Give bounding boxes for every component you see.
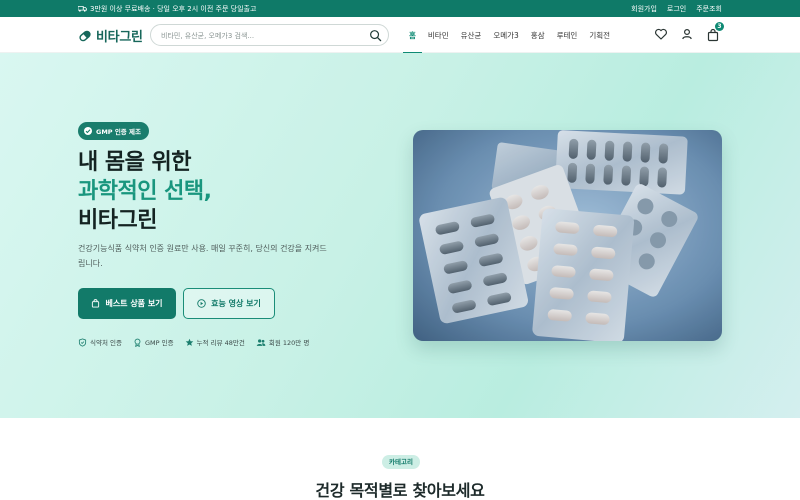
check-circle-icon [84, 127, 92, 135]
badge-text: GMP 인증 제조 [96, 128, 142, 136]
heart-icon[interactable] [654, 27, 668, 41]
bag-icon [92, 299, 100, 308]
top-promo-bar: 3만원 이상 무료배송 · 당일 오후 2시 이전 주문 당일출고 회원가입 로… [0, 0, 800, 17]
category-chip: 카테고리 [382, 455, 420, 469]
nav-item[interactable]: 홍삼 [525, 17, 551, 53]
headline-line-3: 비타그린 [78, 208, 157, 233]
video-button[interactable]: 효능 영상 보기 [183, 288, 275, 319]
cart-button[interactable]: 3 [706, 22, 724, 42]
best-products-label: 베스트 상품 보기 [105, 299, 163, 308]
search-bar [150, 24, 389, 46]
nav-item[interactable]: 기획전 [583, 17, 616, 53]
shield-icon [78, 337, 87, 347]
signup-link[interactable]: 회원가입 [631, 4, 657, 14]
top-links: 회원가입 로그인 주문조회 [631, 4, 722, 14]
truck-icon [78, 6, 87, 12]
trust-item: 식약처 인증 [78, 337, 122, 347]
users-icon [256, 338, 266, 346]
capsule-logo-icon [79, 30, 91, 41]
trust-label: 누적 리뷰 48만건 [196, 339, 245, 347]
trust-label: 식약처 인증 [90, 339, 122, 347]
nav-item[interactable]: 유산균 [455, 17, 488, 53]
promo-message: 3만원 이상 무료배송 · 당일 오후 2시 이전 주문 당일출고 [78, 4, 256, 14]
main-nav: 홈 비타민 유산균 오메가3 홍삼 루테인 기획전 [403, 17, 616, 54]
hero-description: 건강기능식품 식약처 인증 원료만 사용. 매일 꾸준히, 당신의 건강을 지켜… [78, 244, 327, 268]
nav-item[interactable]: 루테인 [551, 17, 584, 53]
headline-line-1: 내 몸을 위한 [78, 150, 192, 175]
cart-count-badge: 3 [715, 22, 724, 31]
login-link[interactable]: 로그인 [667, 4, 686, 14]
trust-indicators: 식약처 인증 GMP 인증 누적 리뷰 48만건 회원 120만 명 [78, 337, 309, 347]
trust-item: 누적 리뷰 48만건 [185, 337, 245, 347]
promo-text: 3만원 이상 무료배송 · 당일 오후 2시 이전 주문 당일출고 [90, 5, 257, 13]
search-input[interactable] [161, 29, 361, 42]
hero-pill-image [413, 130, 722, 341]
award-icon [134, 338, 141, 347]
category-section-title: 건강 목적별로 찾아보세요 [315, 481, 485, 500]
gmp-badge: GMP 인증 제조 [78, 122, 150, 140]
user-icon[interactable] [680, 27, 694, 41]
header-actions: 3 [654, 22, 724, 42]
nav-item[interactable]: 홈 [403, 17, 422, 54]
nav-item[interactable]: 비타민 [422, 17, 455, 53]
trust-item: 회원 120만 명 [256, 337, 309, 347]
nav-item[interactable]: 오메가3 [487, 17, 524, 53]
trust-label: 회원 120만 명 [268, 339, 310, 347]
site-logo[interactable]: 비타그린 [78, 26, 143, 45]
headline-line-2: 과학적인 선택, [78, 179, 212, 204]
logo-text: 비타그린 [96, 30, 143, 45]
star-icon [185, 338, 193, 346]
best-products-button[interactable]: 베스트 상품 보기 [78, 288, 176, 319]
hero-headline: 내 몸을 위한 과학적인 선택, 비타그린 [78, 148, 212, 235]
trust-label: GMP 인증 [144, 339, 174, 347]
search-icon[interactable] [369, 29, 382, 42]
video-button-label: 효능 영상 보기 [211, 299, 261, 308]
order-lookup-link[interactable]: 주문조회 [696, 4, 722, 14]
site-header: 비타그린 홈비타민유산균오메가3홍삼루테인기획전 3 [0, 17, 800, 54]
play-circle-icon [197, 299, 206, 308]
blister-packs-illustration [413, 130, 722, 341]
trust-item: GMP 인증 [133, 337, 174, 347]
